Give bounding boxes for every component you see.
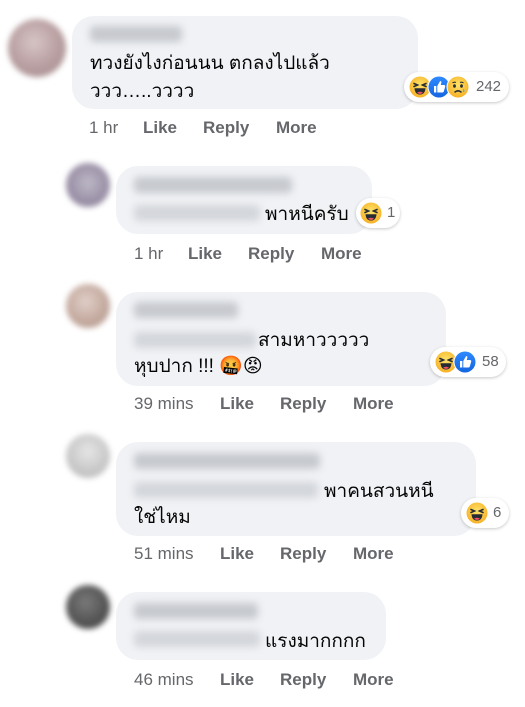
reaction-summary[interactable]: 6: [461, 498, 509, 528]
mentioned-name[interactable]: [134, 332, 256, 348]
timestamp[interactable]: 1 hr: [89, 118, 118, 138]
mentioned-name[interactable]: [134, 482, 318, 498]
comment-text: สามหาววววว: [258, 330, 370, 351]
reaction-summary[interactable]: 1: [356, 198, 400, 228]
reply-button[interactable]: Reply: [280, 670, 326, 690]
more-button[interactable]: More: [276, 118, 317, 138]
more-button[interactable]: More: [321, 244, 362, 264]
reply-button[interactable]: Reply: [248, 244, 294, 264]
like-button[interactable]: Like: [188, 244, 222, 264]
more-button[interactable]: More: [353, 670, 394, 690]
reaction-summary[interactable]: 242: [404, 72, 509, 102]
more-button[interactable]: More: [353, 394, 394, 414]
commenter-name[interactable]: [134, 302, 238, 318]
like-button[interactable]: Like: [220, 394, 254, 414]
like-button[interactable]: Like: [220, 544, 254, 564]
commenter-name[interactable]: [134, 453, 320, 469]
reply-button[interactable]: Reply: [280, 394, 326, 414]
avatar[interactable]: [66, 434, 110, 478]
like-button[interactable]: Like: [143, 118, 177, 138]
sad-icon: [446, 75, 470, 99]
comment-text: ววว…..วววว: [90, 81, 195, 102]
reply-button[interactable]: Reply: [203, 118, 249, 138]
comment-text: ทวงยังไงก่อนนน ตกลงไปแล้ว: [90, 53, 330, 74]
commenter-name[interactable]: [90, 26, 182, 42]
avatar[interactable]: [8, 19, 66, 77]
commenter-name[interactable]: [134, 177, 292, 193]
comment-text: หุบปาก !!! 🤬😡: [134, 356, 263, 377]
more-button[interactable]: More: [353, 544, 394, 564]
timestamp[interactable]: 46 mins: [134, 670, 194, 690]
reaction-count: 1: [387, 204, 396, 221]
reaction-summary[interactable]: 58: [430, 347, 506, 377]
avatar[interactable]: [66, 284, 110, 328]
mentioned-name[interactable]: [134, 631, 260, 647]
reaction-count: 58: [482, 353, 499, 370]
timestamp[interactable]: 51 mins: [134, 544, 194, 564]
comment-text: พาหนีครับ: [265, 204, 349, 225]
comment-text: ใช่ไหม: [134, 507, 191, 528]
reply-button[interactable]: Reply: [280, 544, 326, 564]
mentioned-name[interactable]: [134, 205, 260, 221]
commenter-name[interactable]: [134, 603, 258, 619]
haha-icon: [359, 201, 383, 225]
timestamp[interactable]: 39 mins: [134, 394, 194, 414]
like-button[interactable]: Like: [220, 670, 254, 690]
reaction-count: 6: [493, 504, 502, 521]
comment-text: พาคนสวนหนี: [324, 481, 434, 502]
comment-text: แรงมากกกก: [265, 631, 366, 652]
like-icon: [453, 350, 477, 374]
timestamp[interactable]: 1 hr: [134, 244, 163, 264]
avatar[interactable]: [66, 585, 110, 629]
avatar[interactable]: [66, 163, 110, 207]
reaction-count: 242: [476, 78, 502, 95]
haha-icon: [465, 501, 489, 525]
